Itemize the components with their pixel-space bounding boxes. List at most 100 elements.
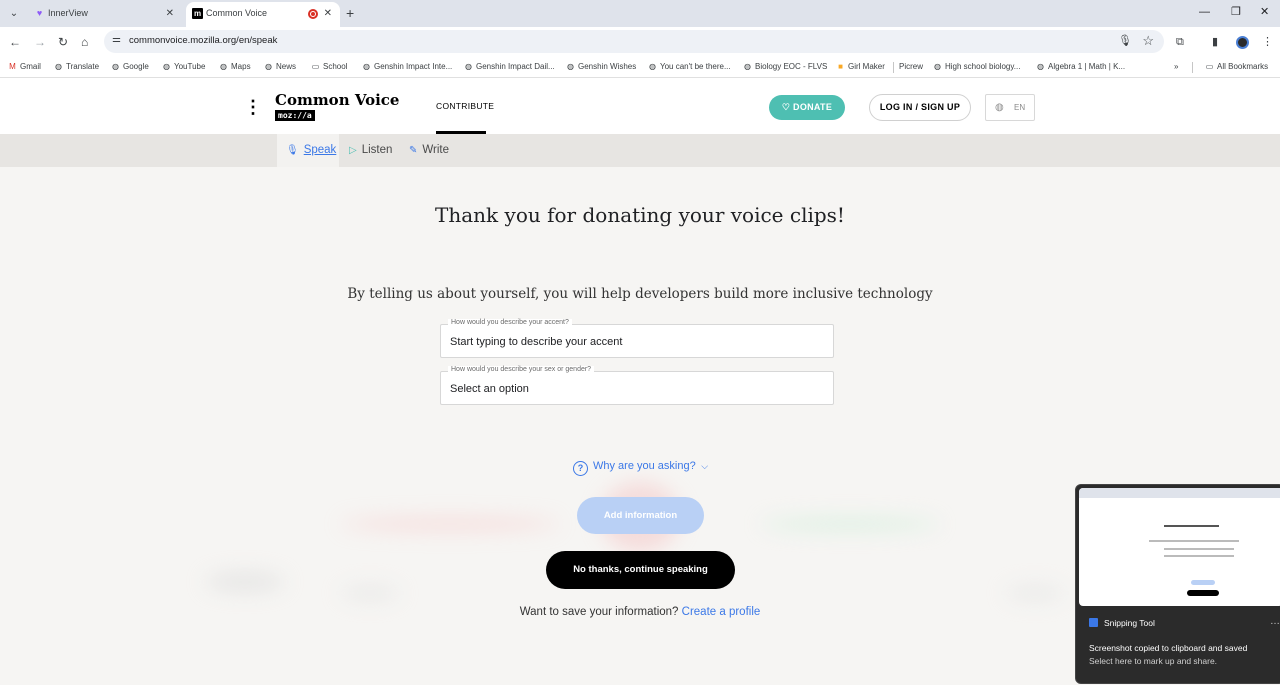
menu-dots-icon[interactable]: ⋮ bbox=[1262, 35, 1273, 49]
bookmark-girl-maker[interactable]: ■ Girl Maker bbox=[836, 61, 885, 73]
recording-indicator-icon bbox=[308, 9, 318, 19]
extensions-icon[interactable]: ⧉ bbox=[1176, 35, 1184, 49]
gmail-icon: M bbox=[9, 62, 16, 71]
thumbnail-line bbox=[1191, 580, 1215, 585]
restore-icon[interactable]: ❐ bbox=[1231, 4, 1241, 20]
innerview-favicon-icon: ♥ bbox=[36, 8, 43, 18]
no-thanks-continue-button[interactable]: No thanks, continue speaking bbox=[546, 551, 735, 589]
bookmark-google[interactable]: ◍ Google bbox=[111, 61, 149, 73]
home-icon[interactable]: ⌂ bbox=[81, 34, 88, 50]
globe-icon: ◍ bbox=[265, 62, 272, 71]
accent-input[interactable] bbox=[450, 336, 820, 348]
globe-icon: ◍ bbox=[220, 62, 227, 71]
window-close-icon[interactable]: ✕ bbox=[1260, 4, 1269, 20]
gender-select[interactable]: How would you describe your sex or gende… bbox=[440, 366, 834, 405]
new-tab-button[interactable]: + bbox=[346, 4, 354, 22]
bookmark-translate[interactable]: ◍ Translate bbox=[54, 61, 99, 73]
bookmark-algebra[interactable]: ◍ Algebra 1 | Math | K... bbox=[1036, 61, 1125, 73]
bookmark-maps[interactable]: ◍ Maps bbox=[219, 61, 251, 73]
decorative-wave bbox=[1005, 585, 1065, 601]
girl-maker-icon: ■ bbox=[838, 62, 843, 71]
address-bar[interactable]: ⚌ commonvoice.mozilla.org/en/speak 🎙 ☆ bbox=[104, 30, 1164, 53]
tab-title: Common Voice bbox=[206, 8, 268, 18]
subnav-write[interactable]: ✎ Write bbox=[409, 134, 449, 167]
globe-icon: ◍ bbox=[112, 62, 119, 71]
back-icon[interactable]: ← bbox=[9, 34, 21, 50]
bookmark-you-cant[interactable]: ◍ You can't be there... bbox=[648, 61, 731, 73]
snipping-tool-notification[interactable]: Snipping Tool … Screenshot copied to cli… bbox=[1075, 484, 1280, 684]
bookmark-gmail[interactable]: M Gmail bbox=[8, 61, 41, 73]
bookmark-genshin-inte[interactable]: ◍ Genshin Impact Inte... bbox=[362, 61, 452, 73]
bookmark-genshin-dail[interactable]: ◍ Genshin Impact Dail... bbox=[464, 61, 555, 73]
microphone-icon: 🎙 bbox=[286, 145, 299, 156]
bookmark-biology-eoc[interactable]: ◍ Biology EOC - FLVS bbox=[743, 61, 827, 73]
toast-app-name: Snipping Tool bbox=[1089, 618, 1155, 628]
site-info-icon[interactable]: ⚌ bbox=[112, 34, 121, 45]
decorative-wave bbox=[760, 517, 940, 531]
screenshot-thumbnail[interactable] bbox=[1079, 488, 1280, 606]
url-text: commonvoice.mozilla.org/en/speak bbox=[129, 35, 278, 46]
more-bookmarks-icon[interactable]: » bbox=[1174, 61, 1178, 73]
tab-title: InnerView bbox=[48, 8, 88, 18]
logo-text[interactable]: Common Voice bbox=[275, 91, 399, 109]
forward-icon[interactable]: → bbox=[34, 34, 46, 50]
gender-select-value: Select an option bbox=[450, 383, 529, 395]
reload-icon[interactable]: ↻ bbox=[58, 34, 68, 50]
page-subheading: By telling us about yourself, you will h… bbox=[347, 286, 933, 302]
thumbnail-line bbox=[1187, 590, 1219, 596]
site-header: ⋮ Common Voice moz://a CONTRIBUTE ♡ DONA… bbox=[0, 80, 1280, 134]
tab-common-voice[interactable]: m Common Voice ✕ bbox=[186, 2, 340, 27]
create-profile-link[interactable]: Create a profile bbox=[682, 606, 761, 618]
thumbnail-line bbox=[1164, 548, 1234, 550]
globe-icon: ◍ bbox=[567, 62, 574, 71]
bookmark-picrew[interactable]: Picrew bbox=[899, 61, 923, 73]
mozilla-logo[interactable]: moz://a bbox=[275, 110, 315, 121]
bookmark-star-icon[interactable]: ☆ bbox=[1142, 33, 1154, 49]
why-asking-toggle[interactable]: ? Why are you asking? ⌵ bbox=[573, 458, 708, 476]
microphone-icon[interactable]: 🎙 bbox=[1118, 34, 1132, 47]
bookmarks-bar: M Gmail ◍ Translate ◍ Google ◍ YouTube ◍ Maps… bbox=[0, 57, 1280, 78]
bookmark-news[interactable]: ◍ News bbox=[264, 61, 296, 73]
subnav-listen[interactable]: ▷ Listen bbox=[349, 134, 392, 167]
subnav-speak[interactable]: 🎙 Speak bbox=[277, 134, 339, 167]
bookmark-separator bbox=[893, 62, 894, 73]
thumbnail-line bbox=[1164, 525, 1219, 527]
toast-message: Screenshot copied to clipboard and saved bbox=[1089, 643, 1248, 653]
thumbnail-line bbox=[1164, 555, 1234, 557]
tab-innerview[interactable]: ♥ InnerView ✕ bbox=[28, 2, 182, 27]
decorative-wave bbox=[205, 572, 285, 592]
mozilla-favicon-icon: m bbox=[192, 8, 203, 19]
login-signup-button[interactable]: LOG IN / SIGN UP bbox=[869, 94, 971, 121]
bookmark-school[interactable]: ▭ School bbox=[311, 61, 348, 73]
thumbnail-browser-bar bbox=[1079, 488, 1280, 498]
all-bookmarks[interactable]: ▭ All Bookmarks bbox=[1205, 61, 1268, 73]
heart-icon: ♡ bbox=[781, 102, 794, 112]
globe-icon: ◍ bbox=[934, 62, 941, 71]
donate-label: DONATE bbox=[793, 102, 833, 112]
question-circle-icon: ? bbox=[573, 461, 588, 476]
accent-field[interactable]: How would you describe your accent? bbox=[440, 319, 834, 358]
thumbnail-line bbox=[1149, 540, 1239, 542]
close-tab-icon[interactable]: ✕ bbox=[166, 2, 174, 25]
bookmark-separator bbox=[1192, 62, 1193, 73]
side-panel-icon[interactable]: ▮ bbox=[1212, 35, 1218, 49]
nav-contribute[interactable]: CONTRIBUTE bbox=[436, 101, 494, 111]
bookmark-high-school-biology[interactable]: ◍ High school biology... bbox=[933, 61, 1020, 73]
snipping-tool-icon bbox=[1089, 618, 1098, 627]
tab-search-chevron-icon[interactable]: ⌄ bbox=[6, 6, 22, 22]
language-selector[interactable]: ◍ EN bbox=[985, 94, 1035, 121]
donate-button[interactable]: ♡ DONATE bbox=[769, 95, 845, 120]
profile-avatar[interactable] bbox=[1236, 36, 1249, 49]
more-options-icon[interactable]: … bbox=[1270, 616, 1280, 627]
language-code: EN bbox=[1014, 103, 1026, 112]
bookmark-genshin-wishes[interactable]: ◍ Genshin Wishes bbox=[566, 61, 636, 73]
close-tab-icon[interactable]: ✕ bbox=[324, 2, 332, 25]
menu-kebab-icon[interactable]: ⋮ bbox=[244, 97, 262, 117]
globe-icon: ◍ bbox=[995, 102, 1004, 113]
bookmark-youtube[interactable]: ◍ YouTube bbox=[162, 61, 205, 73]
page-title: Thank you for donating your voice clips! bbox=[435, 203, 845, 227]
add-information-button[interactable]: Add information bbox=[577, 497, 704, 534]
gender-field-label: How would you describe your sex or gende… bbox=[448, 366, 595, 373]
minimize-icon[interactable]: — bbox=[1199, 4, 1210, 20]
decorative-wave bbox=[340, 585, 400, 601]
